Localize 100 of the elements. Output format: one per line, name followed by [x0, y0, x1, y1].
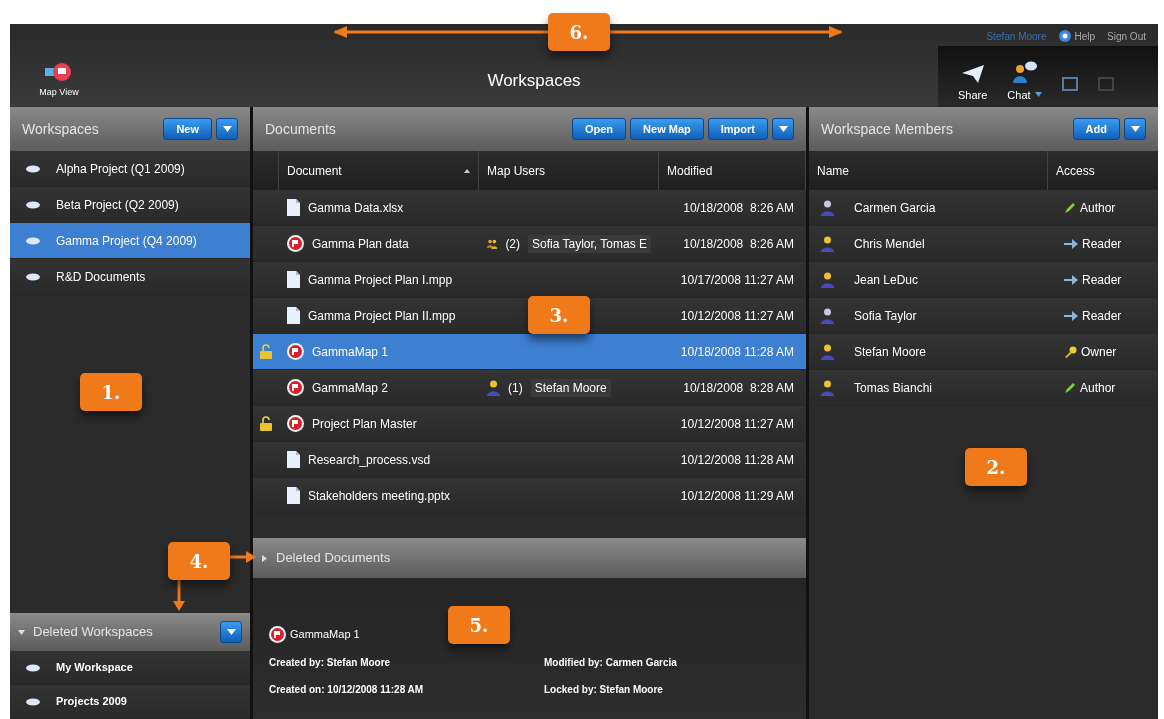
table-cell-text: GammaMap 1: [312, 343, 389, 361]
callout-badge: 1.: [80, 373, 142, 411]
sign-out-link[interactable]: Sign Out: [1107, 28, 1146, 44]
caret-icon: [1034, 92, 1042, 98]
dropdown-button[interactable]: [216, 118, 238, 140]
share-button[interactable]: Share: [958, 64, 988, 103]
workspace-icon: [26, 164, 40, 173]
table-row[interactable]: Gamma Data.xlsx 10/18/2008 8:26 AM: [253, 190, 806, 226]
list-item[interactable]: Gamma Project (Q4 2009): [10, 223, 250, 259]
column-header[interactable]: Access: [1048, 151, 1158, 190]
table-cell-text: Chris Mendel: [854, 235, 925, 253]
callout-badge: 6.: [548, 13, 610, 51]
arrow: [173, 577, 185, 611]
table-cell-text: Jean LeDuc: [854, 271, 919, 289]
toolbar-button[interactable]: Import: [707, 118, 768, 140]
table-row[interactable]: Project Plan Master 10/12/2008 11:27 AM: [253, 406, 806, 442]
locked-by-text: Locked by: Stefan Moore: [544, 683, 664, 697]
document-name: GammaMap 1: [290, 627, 360, 643]
person-icon: [821, 307, 834, 324]
workspace-icon: [26, 272, 40, 281]
window-icon[interactable]: [1061, 77, 1078, 91]
table-row[interactable]: GammaMap 1 10/18/2008 11:28 AM: [253, 334, 806, 370]
dropdown-button[interactable]: [772, 118, 794, 140]
table-row[interactable]: Gamma Plan data (2) Sofia Taylor, Tomas E 10/18/2008 8:26 AM: [253, 226, 806, 262]
table-row[interactable]: Stakeholders meeting.pptx 10/12/2008 11:29 AM: [253, 478, 806, 514]
panel-title: Deleted Workspaces: [33, 623, 153, 642]
workspace-name: Gamma Project (Q4 2009): [56, 232, 197, 250]
workspace-icon: [26, 200, 40, 209]
caret-icon: [222, 126, 232, 132]
table-cell-text: Owner: [1081, 343, 1117, 361]
table-row[interactable]: Chris Mendel Reader: [809, 226, 1158, 262]
list-item[interactable]: Projects 2009: [10, 685, 250, 719]
map-icon: [287, 343, 304, 360]
table-row[interactable]: Gamma Project Plan I.mpp 10/17/2008 11:27 AM: [253, 262, 806, 298]
document-icon: [287, 307, 300, 324]
list-item[interactable]: R&D Documents: [10, 259, 250, 295]
document-icon: [287, 199, 300, 216]
person-chat-icon: [1010, 60, 1039, 83]
list-item[interactable]: Alpha Project (Q1 2009): [10, 151, 250, 187]
table-cell-text: 10/18/2008 8:28 AM: [682, 379, 795, 397]
table-cell-text: Reader: [1082, 271, 1122, 289]
table-cell-text: Author: [1080, 379, 1116, 397]
help-link[interactable]: Help: [1058, 28, 1096, 44]
pencil-icon: [1064, 381, 1076, 394]
table-cell-text: 10/12/2008 11:27 AM: [679, 307, 795, 325]
document-icon: [287, 271, 300, 288]
workspace-name: Beta Project (Q2 2009): [56, 196, 179, 214]
table-cell-text: 10/18/2008 11:28 AM: [679, 343, 795, 361]
list-item[interactable]: My Workspace: [10, 651, 250, 685]
help-icon: [1058, 30, 1071, 42]
add-button[interactable]: Add: [1072, 118, 1120, 140]
table-cell-text: 10/17/2008 11:27 AM: [679, 271, 795, 289]
table-row[interactable]: Carmen Garcia Author: [809, 190, 1158, 226]
panel-title: Documents: [265, 119, 336, 139]
person-icon: [821, 199, 834, 216]
created-by-text: Created by: Stefan Moore: [269, 656, 392, 670]
map-icon: [287, 415, 304, 432]
table-cell-text: Reader: [1082, 307, 1122, 325]
table-cell-text: 10/18/2008 8:26 AM: [682, 235, 795, 253]
workspace-name: Projects 2009: [56, 694, 127, 710]
table-row[interactable]: Jean LeDuc Reader: [809, 262, 1158, 298]
arrow-icon: [1064, 274, 1078, 285]
person-icon: [821, 235, 834, 252]
table-cell-text: Reader: [1082, 235, 1122, 253]
table-cell-text: Gamma Project Plan I.mpp: [308, 271, 453, 289]
expanded-caret-icon[interactable]: [18, 628, 25, 636]
table-cell-text: (1): [508, 379, 523, 397]
collapsed-caret-icon[interactable]: [261, 554, 268, 562]
map-icon: [287, 379, 304, 396]
caret-icon: [1130, 126, 1140, 132]
toolbar-button[interactable]: Open: [571, 118, 627, 140]
new-button[interactable]: New: [163, 118, 212, 140]
table-row[interactable]: Stefan Moore Owner: [809, 334, 1158, 370]
map-view-button[interactable]: Map View: [34, 61, 84, 99]
dropdown-button[interactable]: [1124, 118, 1146, 140]
map-icon: [269, 626, 286, 643]
map-view-icon: [45, 61, 73, 82]
callout-badge: 4.: [168, 542, 230, 580]
table-row[interactable]: Research_process.vsd 10/12/2008 11:28 AM: [253, 442, 806, 478]
table-cell-text: 10/12/2008 11:28 AM: [679, 451, 795, 469]
table-row[interactable]: Tomas Bianchi Author: [809, 370, 1158, 406]
paper-plane-icon: [961, 64, 984, 83]
table-row[interactable]: Sofia Taylor Reader: [809, 298, 1158, 334]
table-cell-text: Author: [1080, 199, 1116, 217]
workspace-name: My Workspace: [56, 660, 133, 676]
table-cell-text: Gamma Plan data: [312, 235, 409, 253]
table-row[interactable]: GammaMap 2 (1) Stefan Moore 10/18/2008 8:28 AM: [253, 370, 806, 406]
chat-button[interactable]: Chat: [1007, 60, 1042, 103]
panel-title: Workspace Members: [821, 119, 953, 139]
arrow-icon: [1064, 238, 1078, 249]
table-cell-text: 10/12/2008 11:29 AM: [679, 487, 795, 505]
callout-badge: 5.: [448, 606, 510, 644]
panel-title: Workspaces: [22, 119, 99, 139]
dropdown-button[interactable]: [220, 621, 242, 643]
table-cell-text: Project Plan Master: [312, 415, 417, 433]
document-icon: [287, 487, 300, 504]
toolbar-button[interactable]: New Map: [630, 118, 704, 140]
list-item[interactable]: Beta Project (Q2 2009): [10, 187, 250, 223]
callout-badge: 3.: [528, 296, 590, 334]
document-icon: [287, 451, 300, 468]
